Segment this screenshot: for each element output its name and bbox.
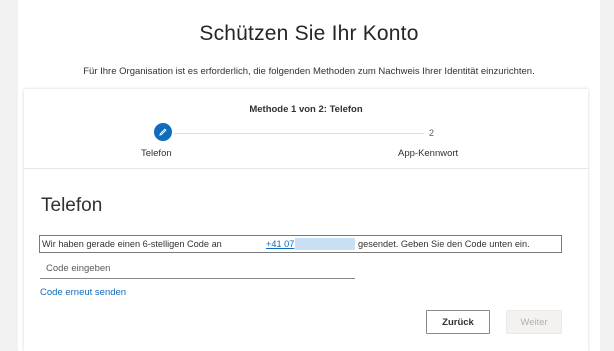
redacted-number [295, 238, 355, 250]
page-title: Schützen Sie Ihr Konto [199, 22, 419, 45]
step-1-label: Telefon [141, 148, 172, 159]
page-subtitle: Für Ihre Organisation ist es erforderlic… [83, 66, 535, 77]
pencil-icon [159, 128, 167, 136]
step-2-number: 2 [429, 128, 435, 138]
step-1-indicator [154, 123, 172, 141]
resend-code-link[interactable]: Code erneut senden [40, 287, 126, 298]
step-title: Methode 1 von 2: Telefon [249, 104, 363, 115]
next-button[interactable]: Weiter [506, 310, 562, 334]
divider [24, 168, 588, 169]
code-input[interactable] [40, 258, 355, 279]
message-suffix: gesendet. Geben Sie den Code unten ein. [358, 239, 530, 249]
code-sent-message: Wir haben gerade einen 6-stelligen Code … [39, 235, 562, 253]
phone-number-link[interactable]: +41 07 [266, 236, 294, 252]
page: Schützen Sie Ihr Konto Für Ihre Organisa… [18, 0, 600, 351]
step-2-label: App-Kennwort [398, 148, 459, 159]
progress-stepper: Methode 1 von 2: Telefon Telefon 2 App-K… [24, 89, 588, 168]
back-button[interactable]: Zurück [426, 310, 490, 334]
progress-track [174, 133, 424, 134]
setup-card: Methode 1 von 2: Telefon Telefon 2 App-K… [24, 89, 588, 351]
section-heading: Telefon [41, 195, 103, 216]
message-prefix: Wir haben gerade einen 6-stelligen Code … [42, 239, 222, 249]
